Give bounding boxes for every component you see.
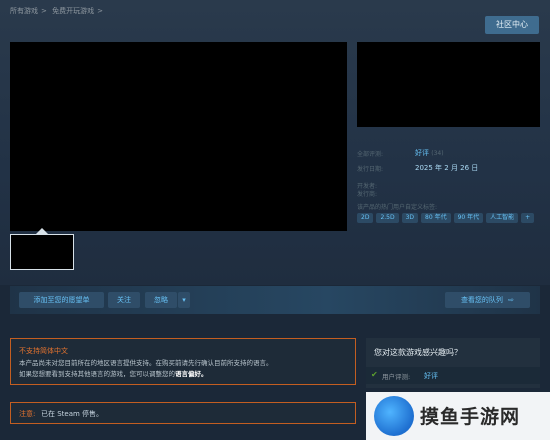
publisher-label: 发行商: <box>357 191 378 198</box>
view-queue-label: 查看您的队列 <box>460 296 503 304</box>
ignore-button[interactable]: 忽略 <box>145 292 177 308</box>
media-thumbnail[interactable] <box>10 234 74 270</box>
tag-2d[interactable]: 2D <box>357 213 374 223</box>
release-label: 发行日期: <box>357 166 384 173</box>
breadcrumb: 所有游戏 > 免费开玩游戏 > <box>10 7 103 15</box>
tag-list: 2D 2.5D 3D 80 年代 90 年代 人工智能 + <box>357 213 535 223</box>
header-capsule-image <box>357 42 540 127</box>
breadcrumb-item-free[interactable]: 免费开玩游戏 <box>52 7 94 15</box>
interest-title: 您对这款游戏感兴趣吗？ <box>374 348 462 357</box>
notice-line-2-text: 如果您想要看到支持其他语言的游戏，您可以调整您的 <box>19 370 175 378</box>
reviews-summary[interactable]: 好评 <box>415 149 429 157</box>
add-to-wishlist-button[interactable]: 添加至您的愿望单 <box>19 292 104 308</box>
interest-reviews-row: ✔ 用户评测: 好评 <box>366 367 540 384</box>
release-date: 2025 年 2 月 26 日 <box>415 164 479 172</box>
tag-more-button[interactable]: + <box>521 213 535 223</box>
tag-3d[interactable]: 3D <box>401 213 419 223</box>
notice-line-2: 如果您想要看到支持其他语言的游戏，您可以调整您的语言偏好。 <box>19 368 208 378</box>
interest-reviews-value[interactable]: 好评 <box>424 371 438 381</box>
breadcrumb-item-all-games[interactable]: 所有游戏 <box>10 7 38 15</box>
tag-ai[interactable]: 人工智能 <box>486 213 519 223</box>
reviews-count: (34) <box>431 150 444 157</box>
ignore-dropdown-button[interactable]: ▾ <box>178 292 190 308</box>
interest-panel: 您对这款游戏感兴趣吗？ ✔ 用户评测: 好评 <box>366 338 540 388</box>
notice-title: 不支持简体中文 <box>19 347 68 355</box>
language-preferences-link[interactable]: 语言偏好。 <box>175 370 208 378</box>
notice-line-1: 本产品尚未对您目前所在的地区语言提供支持。在购买前请先行确认目前所支持的语言。 <box>19 359 273 367</box>
queue-action-bar: 添加至您的愿望单 关注 忽略 ▾ 查看您的队列 ⇨ <box>10 286 540 314</box>
watermark: 摸鱼手游网 <box>366 392 550 440</box>
tags-label: 该产品的热门用户自定义标签: <box>357 204 438 211</box>
tag-90s[interactable]: 90 年代 <box>453 213 484 223</box>
store-note: 注意: 已在 Steam 停售。 <box>10 402 356 424</box>
watermark-text: 摸鱼手游网 <box>420 406 521 428</box>
note-text: 已在 Steam 停售。 <box>41 410 104 418</box>
note-label: 注意: <box>19 410 36 418</box>
follow-button[interactable]: 关注 <box>108 292 140 308</box>
reviews-label: 全部评测: <box>357 151 384 158</box>
watermark-logo-icon <box>374 396 414 436</box>
language-notice: 不支持简体中文 本产品尚未对您目前所在的地区语言提供支持。在购买前请先行确认目前… <box>10 338 356 385</box>
check-icon: ✔ <box>371 370 378 379</box>
view-queue-button[interactable]: 查看您的队列 ⇨ <box>445 292 530 308</box>
tag-2-5d[interactable]: 2.5D <box>376 213 399 223</box>
chevron-down-icon: ▾ <box>182 296 186 304</box>
queue-arrow-icon: ⇨ <box>508 296 515 304</box>
main-media-player[interactable] <box>10 42 347 231</box>
tag-80s[interactable]: 80 年代 <box>421 213 451 223</box>
interest-reviews-label: 用户评测: <box>382 373 411 381</box>
reviews-value[interactable]: 好评 (34) <box>415 148 444 158</box>
community-hub-button[interactable]: 社区中心 <box>485 16 539 34</box>
